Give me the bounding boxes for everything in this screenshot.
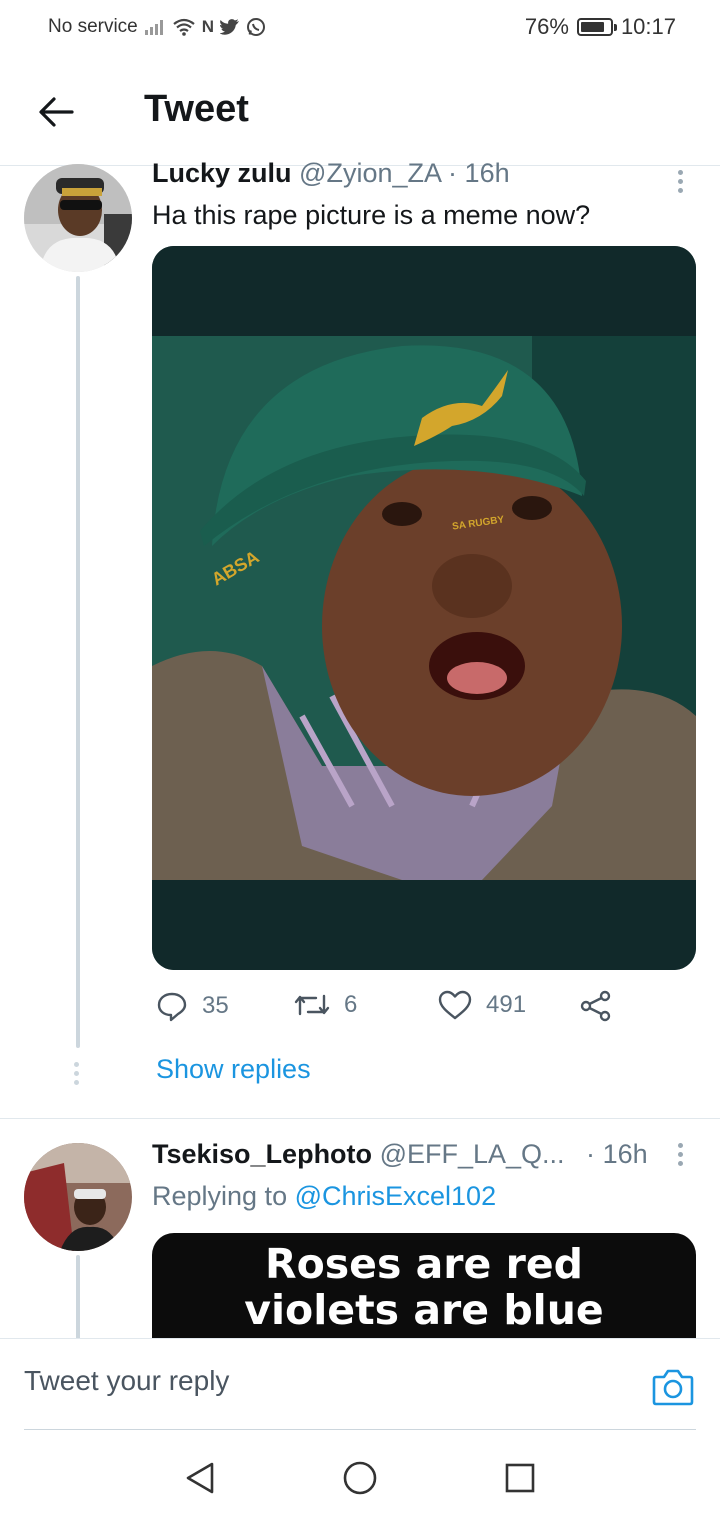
avatar[interactable] xyxy=(24,164,132,272)
tweet-text: Ha this rape picture is a meme now? xyxy=(152,200,591,230)
meme-line-2: violets are blue xyxy=(244,1286,604,1334)
system-nav-bar xyxy=(0,1430,720,1520)
meme-line-1: Roses are red xyxy=(265,1240,583,1288)
more-options-icon[interactable] xyxy=(674,1143,686,1166)
tweet[interactable]: Tsekiso_Lephoto @EFF_LA_Q... · 16h Reply… xyxy=(0,1119,720,1338)
back-button[interactable] xyxy=(34,90,78,134)
battery-icon xyxy=(576,18,617,36)
avatar[interactable] xyxy=(24,1143,132,1251)
clock: 10:17 xyxy=(620,14,676,39)
app-header: Tweet xyxy=(0,56,720,166)
separator: · xyxy=(448,158,458,188)
nfc-icon: N xyxy=(201,17,215,36)
nav-home-button[interactable] xyxy=(342,1460,378,1496)
tweet-header: Tsekiso_Lephoto @EFF_LA_Q... · 16h xyxy=(152,1139,648,1170)
share-button[interactable] xyxy=(580,990,612,1022)
back-triangle-icon xyxy=(186,1462,214,1494)
replying-prefix: Replying to xyxy=(152,1181,288,1211)
wifi-icon xyxy=(173,18,195,36)
retweet-icon xyxy=(294,994,330,1016)
author-name[interactable]: Tsekiso_Lephoto xyxy=(152,1139,372,1169)
author-handle[interactable]: @Zyion_ZA xyxy=(299,158,440,188)
tweet-media[interactable]: Roses are red violets are blue xyxy=(152,1233,696,1338)
arrow-left-icon xyxy=(39,97,74,127)
thread-line xyxy=(76,276,80,1048)
avatar-image xyxy=(24,1143,132,1251)
page-title: Tweet xyxy=(144,88,249,130)
retweet-count: 6 xyxy=(344,991,358,1018)
twitter-icon xyxy=(220,19,240,35)
more-options-icon[interactable] xyxy=(674,170,686,193)
signal-icon xyxy=(144,20,163,35)
nav-recents-button[interactable] xyxy=(502,1460,538,1496)
separator: · xyxy=(586,1139,596,1169)
reply-button[interactable]: 35 xyxy=(156,990,229,1022)
tweet-time: 16h xyxy=(602,1139,648,1169)
like-button[interactable]: 491 xyxy=(438,990,526,1020)
reply-icon xyxy=(157,992,187,1022)
thread-dots xyxy=(74,1062,79,1085)
camera-button[interactable] xyxy=(652,1367,694,1409)
replying-to-handle[interactable]: @ChrisExcel102 xyxy=(295,1181,497,1211)
tweet[interactable]: Lucky zulu @Zyion_ZA · 16h Ha this rape … xyxy=(0,158,720,1118)
status-bar: No service N 76% 10:17 xyxy=(0,0,720,56)
nav-back-button[interactable] xyxy=(182,1460,218,1496)
status-right: 76% 10:17 xyxy=(525,14,676,40)
tweet-actions: 35 6 491 xyxy=(152,990,712,1034)
tweet-media[interactable]: ABSA SA RUGBY xyxy=(152,246,696,970)
retweet-button[interactable]: 6 xyxy=(294,990,357,1020)
share-icon xyxy=(580,990,611,1022)
reply-input[interactable]: Tweet your reply xyxy=(24,1365,229,1397)
carrier-label: No service xyxy=(48,16,138,37)
status-left: No service N xyxy=(48,16,266,38)
like-count: 491 xyxy=(486,991,527,1018)
heart-icon xyxy=(438,990,472,1020)
tweet-header: Lucky zulu @Zyion_ZA · 16h xyxy=(152,158,510,189)
reply-composer: Tweet your reply xyxy=(0,1338,720,1430)
replying-to: Replying to @ChrisExcel102 xyxy=(152,1181,496,1212)
author-handle[interactable]: @EFF_LA_Q... xyxy=(380,1139,565,1169)
thread-line xyxy=(76,1255,80,1338)
show-replies-link[interactable]: Show replies xyxy=(156,1054,311,1085)
reply-count: 35 xyxy=(202,992,229,1019)
avatar-image xyxy=(24,164,132,272)
camera-icon xyxy=(652,1369,694,1406)
battery-percent: 76% xyxy=(524,14,569,39)
home-circle-icon xyxy=(343,1461,377,1495)
recents-square-icon xyxy=(505,1463,535,1493)
tweet-time: 16h xyxy=(464,158,510,188)
whatsapp-icon xyxy=(247,18,266,36)
meme-photo xyxy=(152,246,696,970)
author-name[interactable]: Lucky zulu xyxy=(152,158,292,188)
